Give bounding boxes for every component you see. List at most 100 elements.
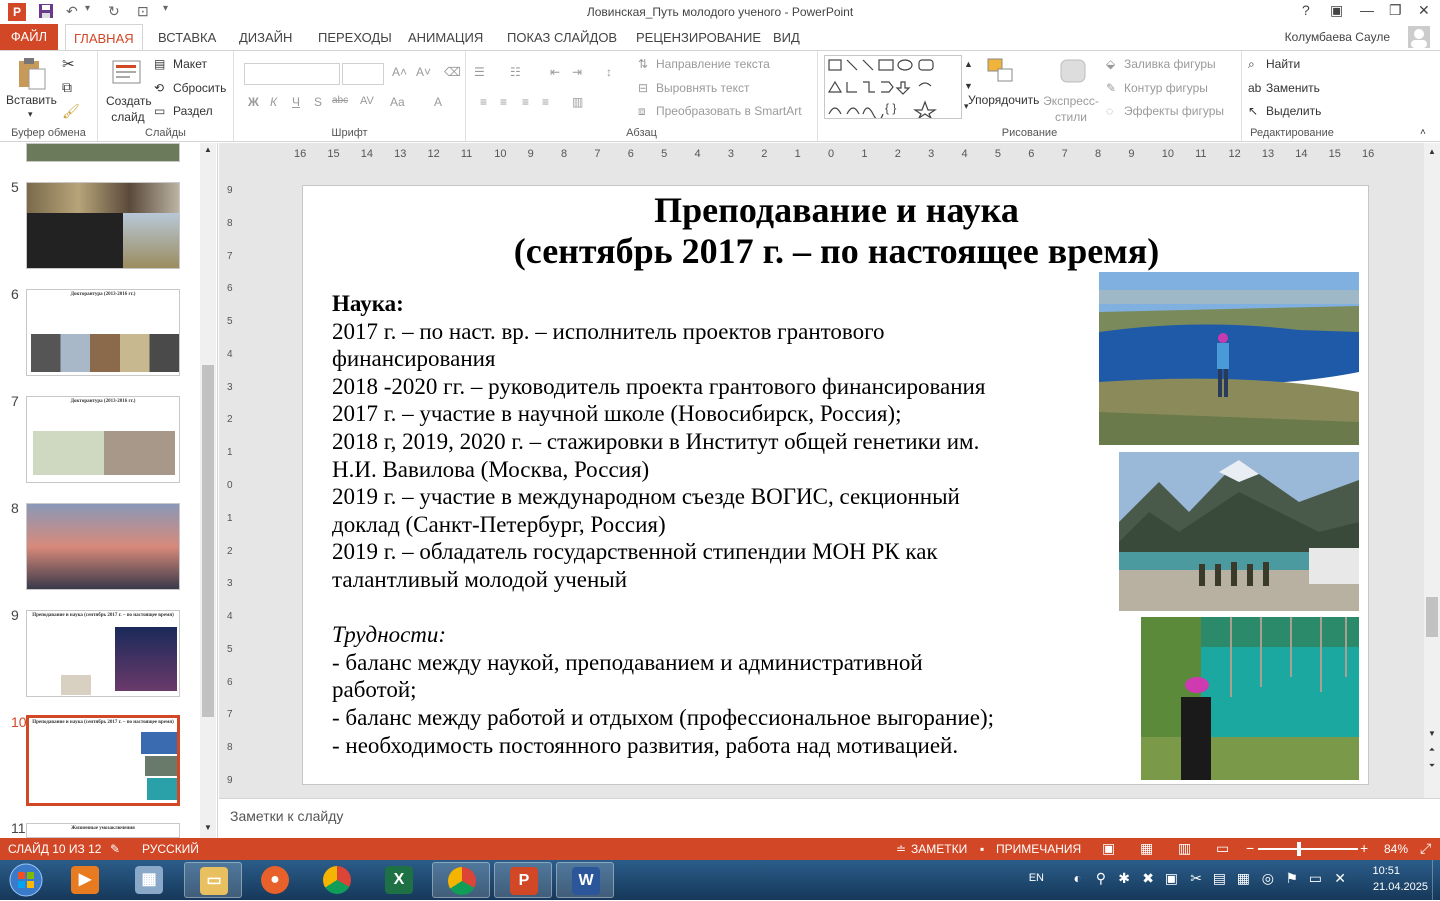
format-painter-icon[interactable]: 🖌 [62,103,80,120]
align-left-icon[interactable]: ≡ [480,95,487,109]
replace-button[interactable]: Заменить [1266,81,1320,95]
align-center-icon[interactable]: ≡ [500,95,507,109]
select-button[interactable]: Выделить [1266,104,1321,118]
slide-thumbnail-10[interactable]: Преподавание и наука (сентябрь 2017 г. –… [26,715,180,806]
comments-button[interactable]: ПРИМЕЧАНИЯ [996,842,1081,856]
decrease-indent-icon[interactable]: ⇤ [550,65,560,79]
paste-button[interactable]: Вставить [6,93,57,107]
paste-dropdown-icon[interactable]: ▾ [28,109,33,120]
ribbon-display-options-icon[interactable]: ▣ [1330,2,1343,19]
layout-button[interactable]: Макет [173,57,207,71]
close-button[interactable]: ✕ [1418,2,1430,19]
grow-font-icon[interactable]: A˄ [392,65,407,79]
slide-title[interactable]: Преподавание и наука (сентябрь 2017 г. –… [303,190,1370,272]
new-slide-button[interactable]: Создать слайд [106,93,152,125]
zoom-slider-track[interactable] [1258,848,1358,850]
slide-body-textbox[interactable]: Наука: 2017 г. – по наст. вр. – исполнит… [332,290,1112,759]
find-button[interactable]: Найти [1266,57,1300,71]
strikethrough-button[interactable]: abc [332,95,348,106]
select-icon[interactable]: ↖ [1248,104,1258,118]
font-color-button[interactable]: A [434,95,442,109]
zoom-out-icon[interactable]: − [1246,840,1254,856]
tab-design[interactable]: ДИЗАЙН [239,30,292,45]
fit-to-window-icon[interactable]: ⤢ [1420,840,1431,857]
increase-indent-icon[interactable]: ⇥ [572,65,582,79]
comments-icon[interactable]: ▪ [980,842,984,856]
tray-bluetooth-icon[interactable]: ✱ [1118,870,1130,887]
convert-smartart-button[interactable]: Преобразовать в SmartArt [656,104,802,118]
quick-styles-button[interactable]: Экспресс-стили [1040,93,1102,125]
tab-review[interactable]: РЕЦЕНЗИРОВАНИЕ [636,30,761,45]
reading-view-icon[interactable]: ▥ [1178,840,1191,857]
scroll-down-icon[interactable]: ▼ [200,823,216,832]
replace-icon[interactable]: ab [1248,81,1261,95]
notes-icon[interactable]: ≐ [896,842,906,856]
numbering-icon[interactable]: ☷ [510,65,521,79]
slide-thumbnail-9[interactable]: Преподавание и наука (сентябрь 2017 г. –… [26,610,180,697]
reset-icon[interactable]: ⟲ [154,81,164,95]
tray-tool-icon[interactable]: ✂ [1190,870,1202,887]
italic-button[interactable]: К [270,95,277,109]
tray-app-icon[interactable]: ◐ [1074,870,1082,886]
zoom-in-icon[interactable]: + [1360,840,1368,856]
taskbar-word[interactable]: W [556,862,614,898]
char-spacing-button[interactable]: AV [360,95,374,107]
align-text-button[interactable]: Выровнять текст [656,81,749,95]
tab-slideshow[interactable]: ПОКАЗ СЛАЙДОВ [507,30,617,45]
tray-flag-icon[interactable]: ⚑ [1285,870,1298,887]
layout-icon[interactable]: ▤ [154,57,165,71]
start-button[interactable] [4,862,48,898]
tray-cross-icon[interactable]: ✖ [1142,870,1154,887]
slide-thumbnail-4-partial[interactable] [26,143,180,162]
tray-network-icon[interactable]: ▭ [1309,870,1322,887]
tab-insert[interactable]: ВСТАВКА [158,30,216,45]
slideshow-view-icon[interactable]: ▭ [1216,840,1229,857]
taskbar-media-player[interactable]: ▶ [56,862,114,898]
columns-icon[interactable]: ▥ [572,95,583,109]
scroll-up-icon[interactable]: ▲ [1424,147,1440,156]
user-avatar[interactable] [1408,26,1430,48]
align-right-icon[interactable]: ≡ [522,95,529,109]
tab-home[interactable]: ГЛАВНАЯ [65,24,143,51]
tab-view[interactable]: ВИД [773,30,800,45]
scroll-up-icon[interactable]: ▲ [200,145,216,154]
editor-scroll-thumb[interactable] [1426,597,1438,637]
section-button[interactable]: Раздел [173,104,213,118]
align-text-icon[interactable]: ⊟ [638,81,648,95]
smartart-icon[interactable]: ⧈ [638,104,646,119]
find-icon[interactable]: ⌕ [1248,57,1255,72]
thumbnail-scrollbar[interactable]: ▲ ▼ [200,143,216,838]
zoom-level[interactable]: 84% [1384,842,1408,856]
shape-outline-button[interactable]: Контур фигуры [1124,81,1208,95]
slide-sorter-icon[interactable]: ▦ [1140,840,1153,857]
shape-fill-button[interactable]: Заливка фигуры [1124,57,1216,71]
text-direction-icon[interactable]: ⇅ [638,57,648,71]
language-indicator[interactable]: РУССКИЙ [142,842,199,856]
tray-volume-muted-icon[interactable]: ✕ [1334,870,1346,887]
taskbar-powerpoint[interactable]: P [494,862,552,898]
arrange-icon[interactable] [986,57,1018,89]
slide-thumbnail-5[interactable] [26,182,180,269]
clock-time[interactable]: 10:51 [1372,865,1400,877]
normal-view-icon[interactable]: ▣ [1102,840,1115,857]
slide-thumbnail-7[interactable]: Докторантура (2013-2016 гг.) [26,396,180,483]
notes-button[interactable]: ЗАМЕТКИ [911,842,967,856]
turquoise-lake-photo[interactable] [1141,617,1359,780]
slide-canvas[interactable]: Преподавание и наука (сентябрь 2017 г. –… [302,185,1369,785]
restore-button[interactable]: ❐ [1389,2,1402,19]
editor-scrollbar[interactable]: ▲ ▼ ⏶ ⏷ [1424,143,1440,798]
shape-outline-icon[interactable]: ✎ [1106,81,1116,95]
minimize-button[interactable]: — [1360,2,1374,18]
slide-thumbnail-11[interactable]: Жизненные умозаключения [26,823,180,838]
shrink-font-icon[interactable]: A˅ [416,65,431,79]
lake-photo[interactable] [1099,272,1359,445]
new-slide-icon[interactable] [112,57,144,89]
taskbar-excel[interactable]: X [370,862,428,898]
thumbnail-scroll-thumb[interactable] [202,365,214,717]
justify-icon[interactable]: ≡ [542,95,549,109]
gallery-up-icon[interactable]: ▲ [964,59,973,69]
tray-display-icon[interactable]: ▤ [1213,870,1226,887]
bullets-icon[interactable]: ☰ [474,65,485,79]
underline-button[interactable]: Ч [292,95,300,109]
change-case-button[interactable]: Aa [390,95,405,109]
